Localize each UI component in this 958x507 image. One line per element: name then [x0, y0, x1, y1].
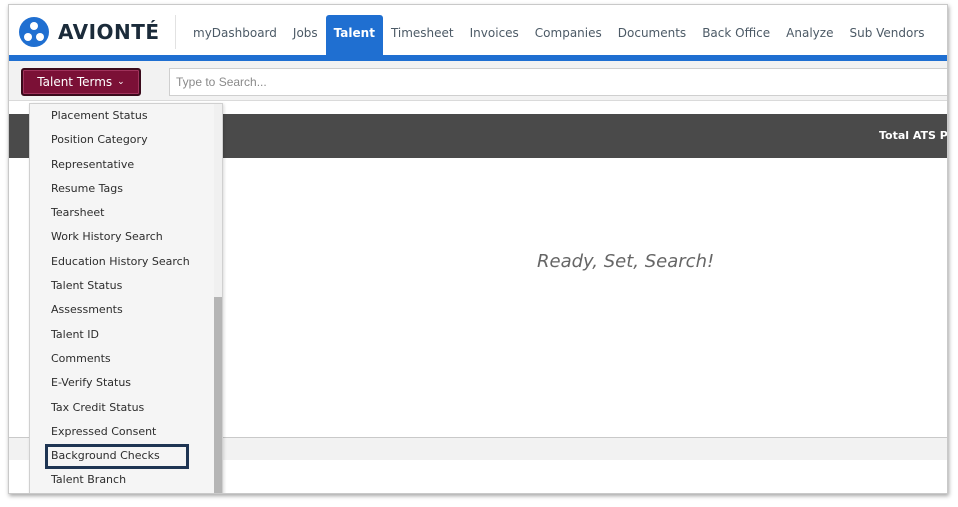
nav-tab-jobs[interactable]: Jobs	[285, 5, 326, 55]
logo-text: AVIONTÉ	[58, 20, 160, 44]
nav-tab-documents[interactable]: Documents	[610, 5, 694, 55]
menu-item-representative[interactable]: Representative	[30, 153, 214, 177]
menu-item-tearsheet[interactable]: Tearsheet	[30, 201, 214, 225]
menu-item-background-checks[interactable]: Background Checks	[30, 444, 214, 470]
menu-item-e-verify-status[interactable]: E-Verify Status	[30, 371, 214, 395]
nav-tab-mydashboard[interactable]: myDashboard	[185, 5, 285, 55]
menu-list: Placement Status Position Category Repre…	[30, 104, 214, 493]
nav-tab-analyze[interactable]: Analyze	[778, 5, 841, 55]
talent-terms-label: Talent Terms	[37, 75, 113, 89]
results-header-label: Total ATS Pe	[879, 129, 948, 142]
nav-divider	[175, 15, 176, 49]
search-bar: Talent Terms ⌄	[9, 61, 947, 101]
menu-item-resume-tags[interactable]: Resume Tags	[30, 177, 214, 201]
scrollbar-thumb[interactable]	[214, 297, 222, 493]
menu-item-assessments[interactable]: Assessments	[30, 298, 214, 322]
nav-tab-companies[interactable]: Companies	[527, 5, 610, 55]
empty-state-message: Ready, Set, Search!	[537, 251, 715, 272]
menu-item-expressed-consent[interactable]: Expressed Consent	[30, 420, 214, 444]
menu-item-tax-credit-status[interactable]: Tax Credit Status	[30, 396, 214, 420]
menu-scrollbar[interactable]	[214, 104, 222, 493]
menu-item-label: Background Checks	[51, 449, 160, 463]
avionte-logo[interactable]: AVIONTÉ	[19, 17, 160, 47]
search-input[interactable]	[169, 68, 947, 96]
app-window: AVIONTÉ myDashboard Jobs Talent Timeshee…	[8, 4, 948, 494]
menu-item-comments[interactable]: Comments	[30, 347, 214, 371]
menu-item-talent-branch[interactable]: Talent Branch	[30, 468, 214, 492]
talent-terms-menu: Placement Status Position Category Repre…	[29, 103, 223, 493]
nav-tab-invoices[interactable]: Invoices	[462, 5, 527, 55]
menu-item-position-category[interactable]: Position Category	[30, 128, 214, 152]
nav-tab-talent[interactable]: Talent	[325, 15, 383, 55]
nav-items: myDashboard Jobs Talent Timesheet Invoic…	[185, 5, 933, 61]
nav-tab-sub-vendors[interactable]: Sub Vendors	[841, 5, 932, 55]
nav-tab-timesheet[interactable]: Timesheet	[383, 5, 462, 55]
menu-item-work-history-search[interactable]: Work History Search	[30, 225, 214, 249]
menu-item-talent-id[interactable]: Talent ID	[30, 323, 214, 347]
logo-mark-icon	[19, 17, 49, 47]
chevron-down-icon: ⌄	[117, 76, 125, 87]
menu-item-placement-status[interactable]: Placement Status	[30, 104, 214, 128]
menu-item-education-history-search[interactable]: Education History Search	[30, 250, 214, 274]
nav-tab-back-office[interactable]: Back Office	[694, 5, 778, 55]
menu-item-talent-status[interactable]: Talent Status	[30, 274, 214, 298]
top-navigation: AVIONTÉ myDashboard Jobs Talent Timeshee…	[9, 5, 947, 61]
talent-terms-button[interactable]: Talent Terms ⌄	[21, 68, 141, 96]
